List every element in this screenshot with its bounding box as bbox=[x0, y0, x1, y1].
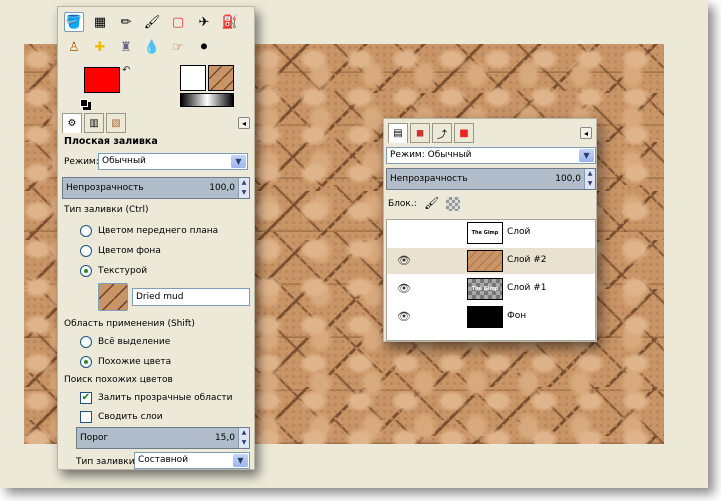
fill-fg-label: Цветом переднего плана bbox=[98, 226, 219, 236]
fill-bg-label: Цветом фона bbox=[98, 246, 161, 256]
layer-thumbnail bbox=[467, 306, 503, 328]
lock-label: Блок.: bbox=[388, 199, 417, 209]
eraser-tool-icon[interactable]: ▢ bbox=[168, 12, 188, 32]
gradient-preview[interactable] bbox=[180, 93, 234, 107]
sample-merged-checkbox[interactable] bbox=[80, 411, 92, 423]
chevron-down-icon: ▼ bbox=[233, 454, 248, 467]
layer-thumbnail: The Gimp bbox=[467, 222, 503, 244]
sample-merged-label: Сводить слои bbox=[98, 412, 163, 422]
layer-list: The Gimp Слой 👁 Слой #2 👁 The Gimp Слой … bbox=[386, 219, 596, 341]
opacity-spin-icon[interactable]: ▲ ▼ bbox=[238, 178, 249, 198]
layer-thumbnail: The Gimp bbox=[467, 278, 503, 300]
threshold-spin-icon[interactable]: ▲ ▼ bbox=[238, 428, 249, 448]
fill-by-label: Тип заливки: bbox=[76, 457, 138, 467]
fill-type-label: Тип заливки (Ctrl) bbox=[64, 205, 149, 215]
eye-icon[interactable]: 👁 bbox=[397, 282, 411, 295]
toolbox-window: 🪣 ▦ ✏ 🖌 ▢ ✈ ⛽ ♙ ✚ ♜ 💧 ☞ ⚫ ↶ ⚙ ▥ ▧ ◂ Плос… bbox=[57, 6, 255, 470]
tab-menu-icon[interactable]: ◂ bbox=[238, 117, 250, 129]
pattern-preview[interactable] bbox=[208, 65, 234, 91]
paintbrush-tool-icon[interactable]: 🖌 bbox=[142, 12, 162, 32]
layer-mode-label: Режим: bbox=[390, 150, 425, 160]
opacity-value: 100,0 bbox=[209, 183, 235, 193]
brush-preview[interactable] bbox=[180, 65, 206, 91]
blur-tool-icon[interactable]: 💧 bbox=[142, 37, 162, 57]
find-similar-label: Поиск похожих цветов bbox=[64, 375, 173, 385]
pattern-name-field[interactable]: Dried mud bbox=[132, 288, 250, 306]
radio-bg-color[interactable] bbox=[80, 245, 92, 257]
radio-fg-color[interactable] bbox=[80, 225, 92, 237]
layer-thumbnail bbox=[467, 250, 503, 272]
layer-opacity-label: Непрозрачность bbox=[390, 174, 468, 184]
tool-options-title: Плоская заливка bbox=[64, 136, 158, 147]
heal-tool-icon[interactable]: ✚ bbox=[90, 37, 110, 57]
tab-device-status-icon[interactable]: ▥ bbox=[84, 113, 104, 133]
layer-row[interactable]: 👁 The Gimp Слой #1 bbox=[387, 276, 595, 302]
layer-opacity-slider[interactable]: Непрозрачность 100,0 ▲ ▼ bbox=[386, 168, 596, 190]
tab-tool-options-icon[interactable]: ⚙ bbox=[62, 113, 82, 133]
toolbox-tabs: ⚙ ▥ ▧ ◂ bbox=[62, 113, 250, 133]
eye-icon[interactable]: 👁 bbox=[397, 254, 411, 267]
tab-channels-icon[interactable]: ◼ bbox=[410, 123, 430, 143]
layer-name: Слой #2 bbox=[507, 255, 547, 265]
bucket-fill-tool-icon[interactable]: 🪣 bbox=[64, 12, 84, 32]
layer-name: Фон bbox=[507, 311, 527, 321]
layer-mode-value: Обычный bbox=[427, 150, 472, 160]
layer-mode-select[interactable]: Режим: Обычный ▼ bbox=[386, 147, 596, 164]
mode-label: Режим: bbox=[64, 157, 99, 167]
mode-select[interactable]: Обычный ▼ bbox=[98, 153, 248, 170]
airbrush-tool-icon[interactable]: ✈ bbox=[194, 12, 214, 32]
eye-icon[interactable]: 👁 bbox=[397, 310, 411, 323]
radio-similar-colors[interactable] bbox=[80, 356, 92, 368]
swap-colors-icon[interactable]: ↶ bbox=[122, 65, 130, 76]
layer-row[interactable]: The Gimp Слой bbox=[387, 220, 595, 246]
layer-opacity-value: 100,0 bbox=[555, 174, 581, 184]
tab-menu-icon[interactable]: ◂ bbox=[580, 127, 592, 139]
threshold-value: 15,0 bbox=[214, 433, 235, 443]
layer-name: Слой bbox=[507, 227, 531, 237]
fill-pattern-label: Текстурой bbox=[98, 266, 148, 276]
dodge-burn-tool-icon[interactable]: ⚫ bbox=[194, 37, 214, 57]
layer-row[interactable]: 👁 Слой #2 bbox=[387, 248, 595, 274]
fill-transparent-checkbox[interactable]: ✔ bbox=[80, 392, 92, 404]
fill-transparent-label: Залить прозрачные области bbox=[98, 393, 233, 403]
fg-bg-color-area: ↶ bbox=[80, 65, 136, 113]
fill-by-value: Составной bbox=[138, 455, 189, 465]
perspective-clone-tool-icon[interactable]: ♜ bbox=[116, 37, 136, 57]
fill-by-select[interactable]: Составной ▼ bbox=[134, 452, 250, 469]
opacity-label: Непрозрачность bbox=[66, 183, 144, 193]
layer-opacity-spin-icon[interactable]: ▲ ▼ bbox=[584, 169, 595, 189]
layer-name: Слой #1 bbox=[507, 283, 547, 293]
default-colors-icon[interactable] bbox=[80, 99, 88, 107]
foreground-color-swatch[interactable] bbox=[84, 67, 120, 93]
opacity-slider[interactable]: Непрозрачность 100,0 ▲ ▼ bbox=[62, 177, 250, 199]
tab-layers-icon[interactable]: ▤ bbox=[388, 123, 408, 143]
threshold-label: Порог bbox=[80, 433, 109, 443]
pencil-tool-icon[interactable]: ✏ bbox=[116, 12, 136, 32]
radio-pattern[interactable] bbox=[80, 265, 92, 277]
tab-undo-icon[interactable]: ■ bbox=[454, 123, 474, 143]
tab-patterns-icon[interactable]: ▧ bbox=[106, 113, 126, 133]
ink-tool-icon[interactable]: ⛽ bbox=[220, 12, 240, 32]
tab-paths-icon[interactable]: ⤴ bbox=[432, 123, 452, 143]
chevron-down-icon: ▼ bbox=[231, 155, 246, 168]
whole-selection-label: Всё выделение bbox=[98, 337, 171, 347]
affected-area-label: Область применения (Shift) bbox=[64, 319, 195, 329]
pattern-select-button[interactable] bbox=[98, 283, 128, 311]
lock-pixels-icon[interactable]: 🖌 bbox=[424, 196, 439, 210]
lock-alpha-icon[interactable] bbox=[446, 197, 460, 211]
radio-whole-selection[interactable] bbox=[80, 336, 92, 348]
layer-row[interactable]: 👁 Фон bbox=[387, 304, 595, 330]
layers-tabs: ▤ ◼ ⤴ ■ ◂ bbox=[386, 121, 596, 143]
threshold-slider[interactable]: Порог 15,0 ▲ ▼ bbox=[76, 427, 250, 449]
clone-tool-icon[interactable]: ♙ bbox=[64, 37, 84, 57]
blend-tool-icon[interactable]: ▦ bbox=[90, 12, 110, 32]
mode-value: Обычный bbox=[102, 156, 146, 166]
chevron-down-icon: ▼ bbox=[579, 149, 594, 162]
similar-colors-label: Похожие цвета bbox=[98, 357, 172, 367]
smudge-tool-icon[interactable]: ☞ bbox=[168, 37, 188, 57]
layers-dialog: ▤ ◼ ⤴ ■ ◂ Режим: Обычный ▼ Непрозрачност… bbox=[383, 118, 597, 342]
